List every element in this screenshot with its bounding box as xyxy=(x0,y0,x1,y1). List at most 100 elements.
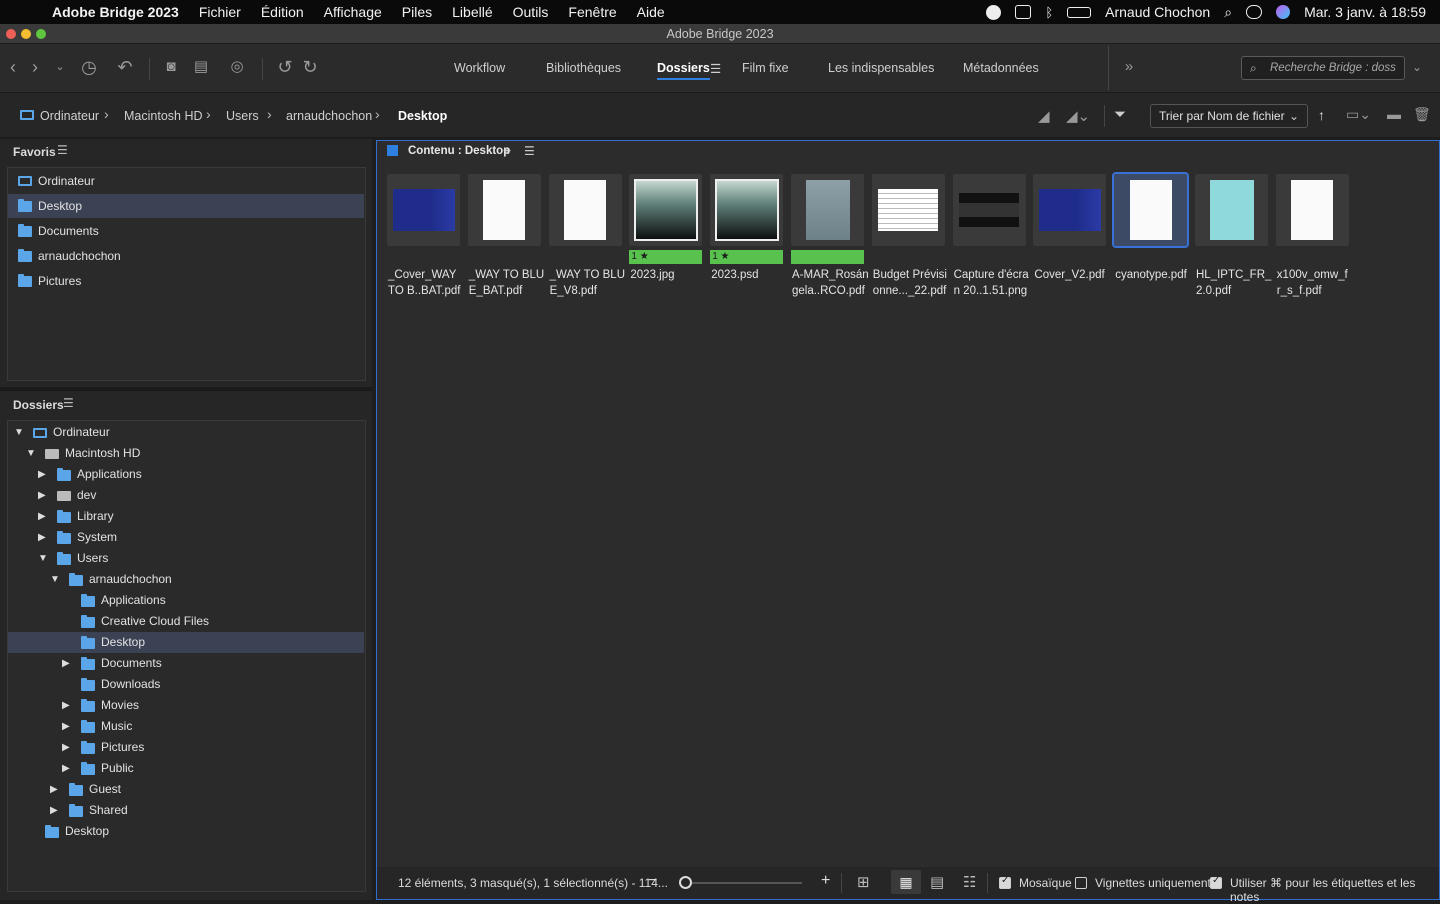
favorite-documents[interactable]: Documents xyxy=(8,219,364,243)
breadcrumb-separator-icon[interactable]: › xyxy=(206,106,211,122)
thumbnail-view-icon[interactable]: ▦ xyxy=(891,870,921,894)
rating-label-bar[interactable]: 1 ★ xyxy=(710,250,784,264)
breadcrumb-users[interactable]: Users xyxy=(226,109,259,123)
add-tab-icon[interactable]: + xyxy=(503,142,511,158)
file-name-label[interactable]: _Cover_WAY TO B..BAT.pdf xyxy=(388,267,468,299)
use-cmd-checkbox[interactable] xyxy=(1210,875,1222,889)
tree-item[interactable]: Creative Cloud Files xyxy=(8,611,364,632)
control-center-icon[interactable] xyxy=(1246,5,1263,19)
tree-item[interactable]: ▶ Guest xyxy=(8,779,364,800)
more-workspaces-icon[interactable]: » xyxy=(1118,56,1140,78)
tree-item[interactable]: ▶ Public xyxy=(8,758,364,779)
menu-edition[interactable]: Édition xyxy=(251,4,314,20)
thumbnail-size-slider[interactable] xyxy=(680,882,802,884)
disclosure-closed-icon[interactable]: ▶ xyxy=(62,653,70,674)
grid-lock-icon[interactable]: ⊞ xyxy=(857,873,870,891)
disclosure-closed-icon[interactable]: ▶ xyxy=(62,737,70,758)
file-name-label[interactable]: _WAY TO BLU E_V8.pdf xyxy=(550,267,630,299)
file-thumbnail[interactable] xyxy=(710,174,784,246)
favorite-arnaudchochon[interactable]: arnaudchochon xyxy=(8,244,364,268)
app-menu[interactable]: Adobe Bridge 2023 xyxy=(52,4,189,20)
file-thumbnail[interactable] xyxy=(871,174,945,246)
tree-item[interactable]: ▶ dev xyxy=(8,485,364,506)
file-name-label[interactable]: x100v_omw_f r_s_f.pdf xyxy=(1277,267,1357,299)
zoom-window-button[interactable] xyxy=(36,29,46,39)
file-thumbnail[interactable] xyxy=(791,174,864,246)
back-icon[interactable]: ‹ xyxy=(2,56,24,78)
tree-item[interactable]: ▶ Pictures xyxy=(8,737,364,758)
tree-item[interactable]: ▼ arnaudchochon xyxy=(8,569,364,590)
tree-item[interactable]: ▶ Movies xyxy=(8,695,364,716)
disclosure-closed-icon[interactable]: ▶ xyxy=(62,758,70,779)
file-name-label[interactable]: 2023.psd xyxy=(711,267,791,283)
thumbnails-only-checkbox[interactable] xyxy=(1075,877,1087,889)
file-thumbnail[interactable] xyxy=(1195,174,1268,246)
disclosure-open-icon[interactable]: ▼ xyxy=(50,569,60,590)
mosaic-checkbox[interactable] xyxy=(999,875,1011,889)
breadcrumb-desktop[interactable]: Desktop xyxy=(398,109,447,123)
chevron-down-icon[interactable]: ⌄ xyxy=(49,56,71,78)
camera-import-icon[interactable]: ◙ xyxy=(160,56,182,78)
rotate-left-icon[interactable]: ↺ xyxy=(274,56,296,78)
rotate-right-icon[interactable]: ↻ xyxy=(299,56,321,78)
tree-item[interactable]: ▼ Users xyxy=(8,548,364,569)
tab-film-fixe[interactable]: Film fixe xyxy=(742,61,789,75)
rating-label-bar[interactable] xyxy=(791,250,864,264)
tab-dossiers[interactable]: Dossiers xyxy=(657,61,710,80)
sort-select[interactable]: Trier par Nom de fichier ⌄ xyxy=(1150,104,1308,128)
search-options-chevron-icon[interactable]: ⌄ xyxy=(1406,56,1428,78)
creative-cloud-icon[interactable] xyxy=(986,4,1002,20)
close-window-button[interactable] xyxy=(6,29,16,39)
boomerang-icon[interactable]: ↶ xyxy=(114,56,136,78)
tree-item[interactable]: Downloads xyxy=(8,674,364,695)
quality-preview-icon[interactable]: ◢ xyxy=(1038,107,1050,125)
file-thumbnail[interactable] xyxy=(1033,174,1107,246)
new-folder-icon[interactable]: ▬ xyxy=(1387,106,1401,122)
tree-item[interactable]: ▼ Macintosh HD xyxy=(8,443,364,464)
menu-outils[interactable]: Outils xyxy=(503,4,559,20)
breadcrumb-separator-icon[interactable]: › xyxy=(267,106,272,122)
menubar-user[interactable]: Arnaud Chochon xyxy=(1105,4,1210,20)
file-name-label[interactable]: 2023.jpg xyxy=(630,267,710,283)
breadcrumb-ordinateur[interactable]: Ordinateur xyxy=(40,109,99,123)
menu-libelle[interactable]: Libellé xyxy=(442,4,502,20)
file-name-label[interactable]: A-MAR_Rosán gela..RCO.pdf xyxy=(792,267,872,299)
open-recent-folder-icon[interactable]: ▭⌄ xyxy=(1346,106,1371,123)
list-view-icon[interactable]: ☷ xyxy=(963,873,976,891)
file-thumbnail[interactable] xyxy=(387,174,460,246)
menu-aide[interactable]: Aide xyxy=(627,4,675,20)
favorites-panel-menu-icon[interactable]: ☰ xyxy=(57,143,68,157)
bluetooth-icon[interactable]: ᛒ xyxy=(1045,5,1053,20)
tab-les-indispensables[interactable]: Les indispensables xyxy=(828,61,934,75)
tab-metadonnees[interactable]: Métadonnées xyxy=(963,61,1039,75)
file-name-label[interactable]: _WAY TO BLU E_BAT.pdf xyxy=(469,267,549,299)
rating-label-bar[interactable]: 1 ★ xyxy=(629,250,703,264)
menubar-clock[interactable]: Mar. 3 janv. à 18:59 xyxy=(1304,4,1426,20)
sort-ascending-icon[interactable]: ↑ xyxy=(1318,107,1325,123)
tree-item[interactable]: Desktop xyxy=(8,821,364,842)
workspace-menu-icon[interactable]: ☰ xyxy=(710,61,721,76)
file-thumbnail[interactable] xyxy=(548,174,622,246)
folders-panel-menu-icon[interactable]: ☰ xyxy=(63,396,74,410)
rating-filter-icon[interactable]: ◢⌄ xyxy=(1066,107,1090,125)
minimize-window-button[interactable] xyxy=(21,29,31,39)
content-panel-menu-icon[interactable]: ☰ xyxy=(524,144,535,158)
file-name-label[interactable]: HL_IPTC_FR_ 2.0.pdf xyxy=(1196,267,1276,299)
favorite-desktop[interactable]: Desktop xyxy=(8,194,364,218)
refine-icon[interactable]: ▤ xyxy=(190,56,212,78)
slider-handle[interactable] xyxy=(679,876,692,889)
folders-panel-title[interactable]: Dossiers xyxy=(13,398,64,412)
tree-item[interactable]: ▶ Library xyxy=(8,506,364,527)
menu-fichier[interactable]: Fichier xyxy=(189,4,251,20)
breadcrumb-separator-icon[interactable]: › xyxy=(375,106,380,122)
tree-item[interactable]: ▶ System xyxy=(8,527,364,548)
tab-workflow[interactable]: Workflow xyxy=(454,61,505,75)
disclosure-open-icon[interactable]: ▼ xyxy=(14,422,24,443)
disclosure-open-icon[interactable]: ▼ xyxy=(38,548,48,569)
favorite-ordinateur[interactable]: Ordinateur xyxy=(8,169,364,193)
disclosure-closed-icon[interactable]: ▶ xyxy=(38,464,46,485)
favorites-panel-title[interactable]: Favoris xyxy=(13,145,56,159)
disclosure-closed-icon[interactable]: ▶ xyxy=(38,485,46,506)
file-thumbnail[interactable] xyxy=(952,174,1026,246)
file-name-label[interactable]: Cover_V2.pdf xyxy=(1034,267,1114,283)
